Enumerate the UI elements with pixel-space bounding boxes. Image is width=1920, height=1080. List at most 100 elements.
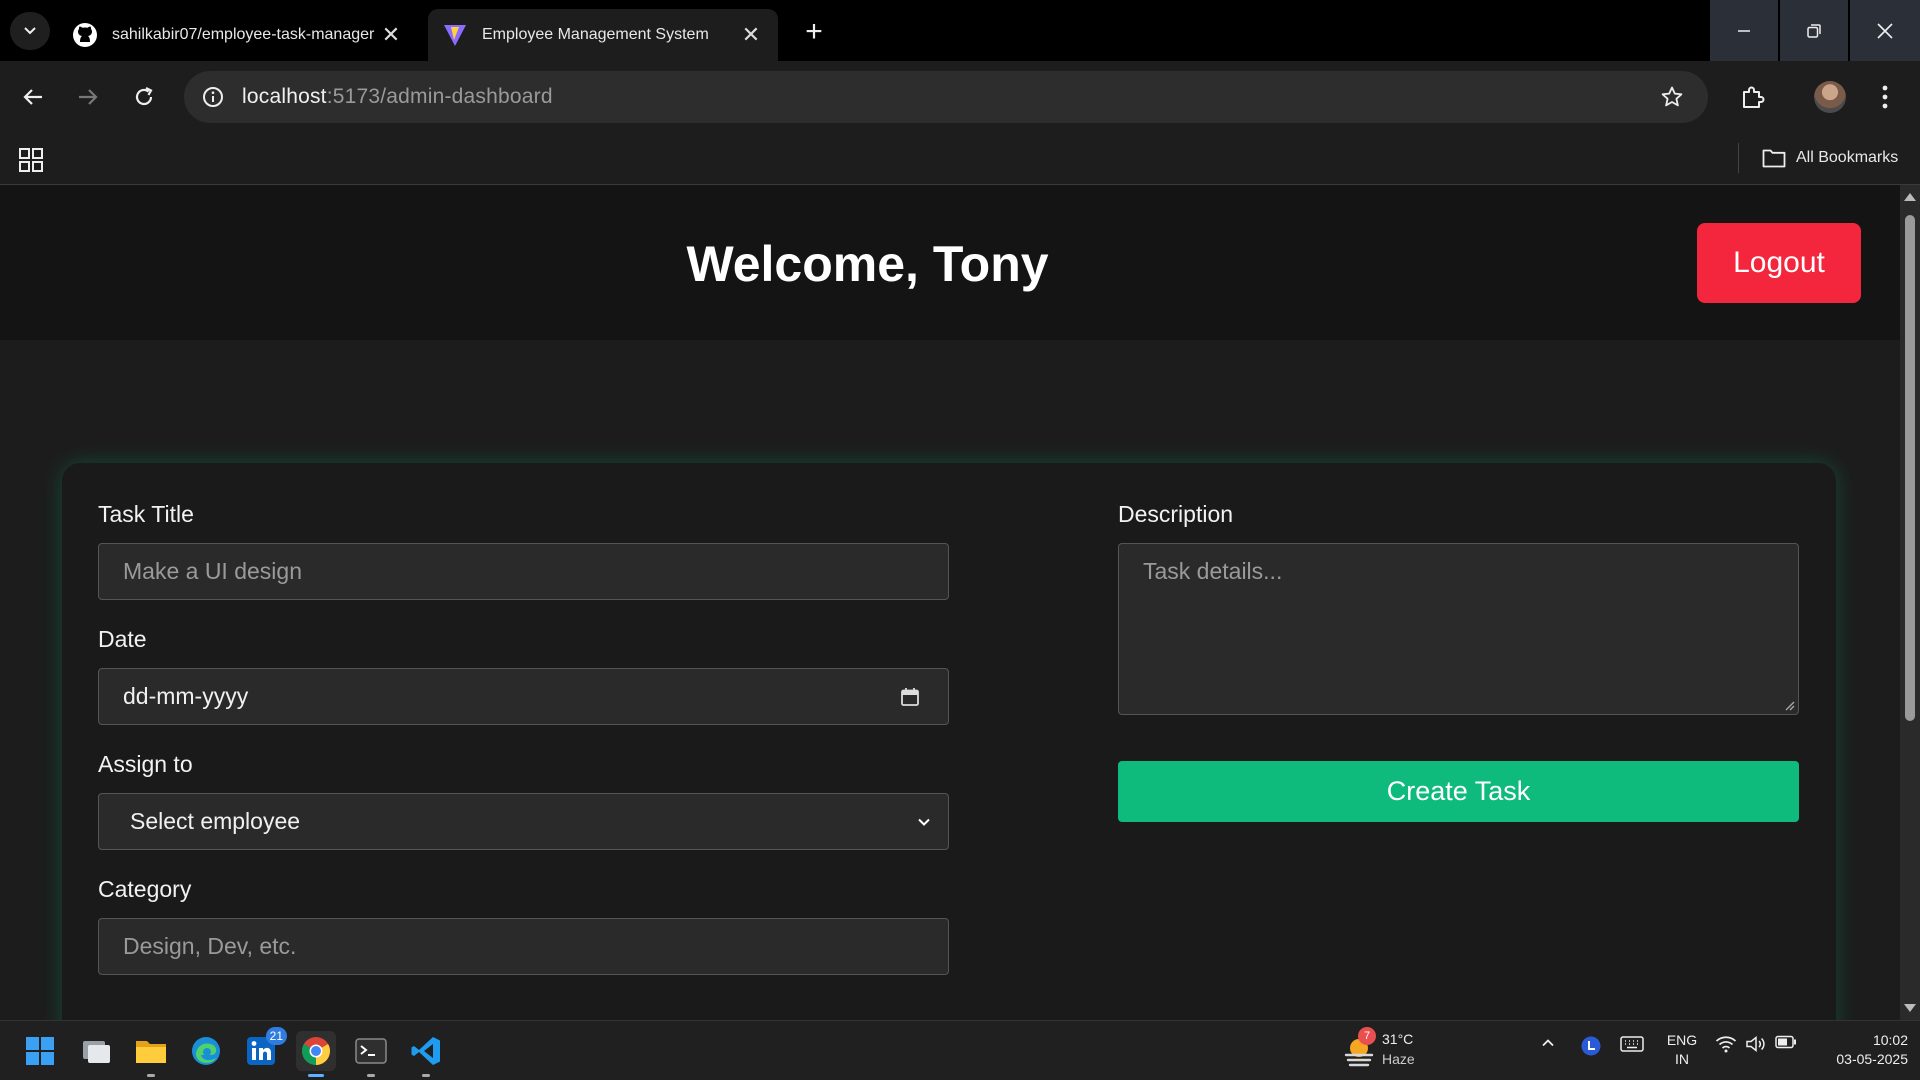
description-placeholder: Task details... — [1143, 558, 1283, 584]
arrow-right-icon — [79, 89, 98, 105]
running-indicator — [147, 1074, 155, 1077]
category-placeholder: Design, Dev, etc. — [123, 933, 297, 959]
language-code: ENG — [1666, 1032, 1698, 1048]
new-tab-button[interactable]: + — [796, 14, 832, 50]
assign-to-label: Assign to — [98, 751, 193, 777]
minimize-button[interactable] — [1710, 0, 1778, 61]
start-button[interactable] — [20, 1031, 60, 1071]
reload-button[interactable] — [124, 77, 164, 117]
browser-toolbar: localhost:5173/admin-dashboard — [0, 61, 1920, 133]
back-button[interactable] — [13, 77, 53, 117]
clock-time: 10:02 — [1872, 1032, 1908, 1048]
input-language-indicator[interactable]: ENG IN — [1660, 1031, 1704, 1069]
date-value: dd-mm-yyyy — [123, 683, 249, 709]
tab-search-button[interactable] — [10, 12, 50, 50]
calendar-icon[interactable] — [900, 687, 920, 707]
browser-menu-button[interactable] — [1870, 79, 1900, 115]
close-window-button[interactable] — [1850, 0, 1920, 61]
running-indicator — [367, 1074, 375, 1077]
vscode-button[interactable] — [406, 1031, 446, 1077]
assign-to-selected: Select employee — [130, 808, 301, 834]
tab-github[interactable]: sahilkabir07/employee-task-manager ✕ — [58, 9, 418, 61]
windows-logo-icon — [26, 1037, 54, 1065]
tab-employee-management[interactable]: Employee Management System ✕ — [428, 9, 778, 61]
assign-to-select[interactable]: Select employee — [98, 793, 949, 850]
scroll-thumb[interactable] — [1905, 215, 1915, 721]
volume-control[interactable] — [1745, 1035, 1767, 1053]
edge-icon — [192, 1037, 220, 1065]
minimize-icon — [1738, 29, 1750, 32]
tab-title: sahilkabir07/employee-task-manager — [112, 26, 375, 43]
dashboard-header: Welcome, Tony Logout — [0, 185, 1900, 340]
task-view-icon — [83, 1041, 110, 1063]
bookmarks-bar: All Bookmarks — [0, 133, 1920, 185]
chevron-down-icon — [24, 27, 36, 35]
url-path: :5173/admin-dashboard — [326, 85, 553, 108]
extensions-button[interactable] — [1732, 77, 1772, 117]
arrow-left-icon — [23, 89, 42, 105]
linkedin-button[interactable]: 21 — [241, 1027, 287, 1071]
description-label: Description — [1118, 501, 1234, 527]
clock-date: 03-05-2025 — [1836, 1051, 1908, 1067]
touch-keyboard-button[interactable] — [1620, 1035, 1644, 1053]
clock-app-tray-icon[interactable] — [1580, 1035, 1602, 1057]
active-indicator — [308, 1074, 324, 1077]
bookmarks-separator — [1738, 143, 1739, 173]
resize-handle-icon[interactable] — [1783, 699, 1795, 711]
battery-icon — [1775, 1035, 1796, 1049]
page-viewport: Welcome, Tony Logout Task Title Make a U… — [0, 185, 1900, 1020]
create-task-form: Task Title Make a UI design Date dd-mm-y… — [62, 463, 1836, 1020]
region-code: IN — [1675, 1051, 1689, 1067]
chrome-icon — [302, 1037, 330, 1065]
windows-taskbar: 21 7 31°C Haze ENG IN 10:02 03-05-2025 — [0, 1020, 1920, 1080]
close-tab-icon[interactable]: ✕ — [738, 22, 764, 48]
restore-button[interactable] — [1780, 0, 1848, 61]
category-input[interactable]: Design, Dev, etc. — [98, 918, 949, 975]
terminal-button[interactable] — [351, 1031, 391, 1077]
tab-title: Employee Management System — [482, 26, 709, 43]
task-title-input[interactable]: Make a UI design — [98, 543, 949, 600]
profile-avatar[interactable] — [1814, 81, 1846, 113]
date-label: Date — [98, 626, 147, 652]
vite-icon — [442, 22, 468, 48]
edge-button[interactable] — [186, 1031, 226, 1071]
folder-icon — [1762, 149, 1786, 168]
category-label: Category — [98, 876, 192, 902]
date-input[interactable]: dd-mm-yyyy — [98, 668, 949, 725]
page-scrollbar[interactable] — [1900, 185, 1920, 1020]
clock-icon — [1581, 1036, 1601, 1056]
apps-grid-icon[interactable] — [16, 145, 46, 175]
task-view-button[interactable] — [76, 1031, 116, 1071]
puzzle-icon — [1743, 86, 1765, 108]
weather-widget[interactable]: 7 31°C Haze — [1342, 1027, 1432, 1073]
site-info-icon[interactable] — [198, 82, 228, 112]
running-indicator — [422, 1074, 430, 1077]
folder-icon — [136, 1041, 166, 1063]
url-text[interactable]: localhost:5173/admin-dashboard — [242, 85, 553, 109]
bookmark-star-icon[interactable] — [1658, 83, 1686, 111]
battery-status[interactable] — [1775, 1035, 1797, 1049]
url-host: localhost — [242, 85, 327, 108]
network-status[interactable] — [1715, 1035, 1737, 1053]
chrome-button[interactable] — [296, 1031, 336, 1077]
all-bookmarks-button[interactable]: All Bookmarks — [1762, 143, 1898, 173]
show-hidden-icons-button[interactable] — [1540, 1035, 1556, 1051]
scroll-up-arrow[interactable] — [1904, 193, 1916, 201]
reload-icon — [135, 87, 153, 106]
forward-button[interactable] — [68, 77, 108, 117]
description-textarea[interactable]: Task details... — [1118, 543, 1799, 715]
vscode-icon — [411, 1037, 440, 1065]
address-bar[interactable]: localhost:5173/admin-dashboard — [184, 71, 1708, 123]
create-task-button[interactable]: Create Task — [1118, 761, 1799, 822]
system-clock[interactable]: 10:02 03-05-2025 — [1808, 1031, 1908, 1069]
scroll-down-arrow[interactable] — [1904, 1004, 1916, 1012]
close-tab-icon[interactable]: ✕ — [378, 22, 404, 48]
terminal-icon — [355, 1038, 387, 1064]
file-explorer-button[interactable] — [131, 1031, 171, 1077]
all-bookmarks-label: All Bookmarks — [1796, 149, 1899, 166]
github-icon — [72, 22, 98, 48]
task-title-label: Task Title — [98, 501, 194, 527]
weather-condition: Haze — [1382, 1051, 1415, 1067]
keyboard-icon — [1620, 1036, 1644, 1052]
logout-button[interactable]: Logout — [1697, 223, 1861, 303]
